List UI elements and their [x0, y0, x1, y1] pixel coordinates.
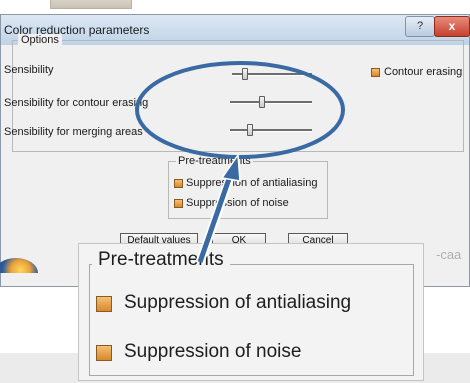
noise-label: Suppression of noise [186, 197, 289, 209]
antialiasing-checkbox[interactable] [174, 179, 183, 188]
zoom-antialiasing-label: Suppression of antialiasing [124, 292, 352, 313]
zoom-pretreatments-legend: Pre-treatments [92, 249, 230, 271]
logo-icon [0, 254, 38, 273]
noise-checkbox[interactable] [174, 199, 183, 208]
antialiasing-label: Suppression of antialiasing [186, 177, 318, 189]
sensibility-contour-slider[interactable] [230, 96, 312, 108]
slider-track [230, 101, 312, 104]
contour-erasing-checkbox[interactable] [371, 68, 380, 77]
close-button[interactable]: x [434, 16, 470, 37]
slider-thumb[interactable] [242, 68, 248, 80]
sensibility-merging-slider[interactable] [230, 124, 312, 136]
contour-erasing-label: Contour erasing [384, 66, 463, 78]
slider-thumb[interactable] [247, 124, 253, 136]
sensibility-merging-label: Sensibility for merging areas [4, 126, 143, 138]
background-window-edge [50, 0, 132, 9]
zoom-noise-label: Suppression of noise [124, 341, 302, 362]
zoom-antialiasing-checkbox [96, 296, 112, 312]
slider-track [230, 129, 312, 132]
zoom-noise-checkbox [96, 345, 112, 361]
pretreatments-legend: Pre-treatments [176, 155, 253, 167]
sensibility-contour-label: Sensibility for contour erasing [4, 97, 149, 109]
brand-text: -caa [436, 247, 462, 262]
sensibility-slider[interactable] [232, 68, 312, 80]
options-legend: Options [18, 34, 62, 46]
help-button[interactable]: ? [405, 16, 435, 37]
sensibility-label: Sensibility [4, 64, 54, 76]
pretreatments-group [168, 161, 328, 219]
slider-thumb[interactable] [259, 96, 265, 108]
